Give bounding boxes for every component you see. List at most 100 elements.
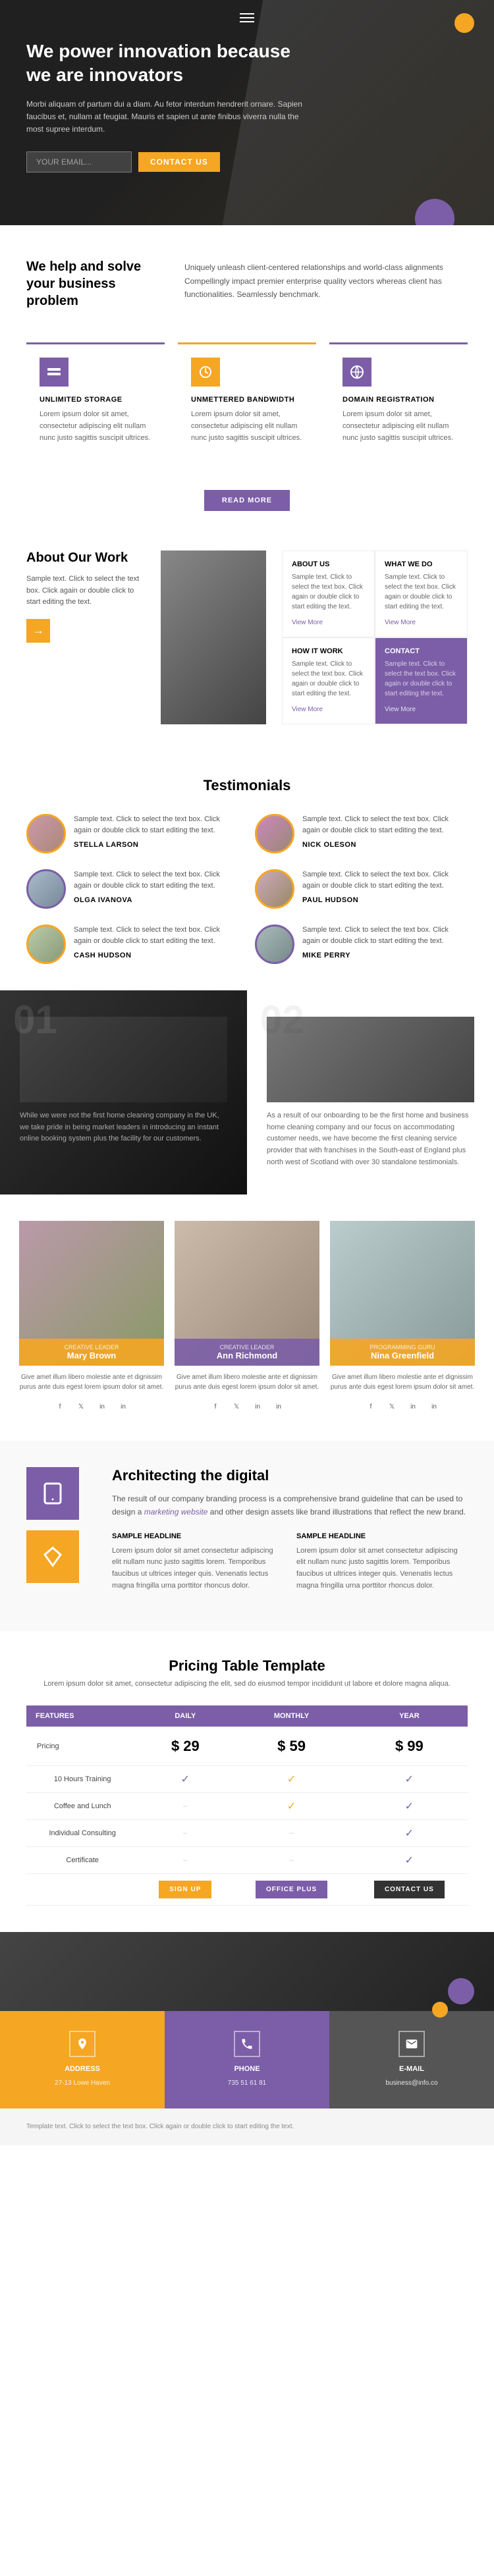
check-coffee-year: ✓ — [405, 1801, 414, 1812]
digital-headline-0-body: Lorem ipsum dolor sit amet consectetur a… — [112, 1545, 283, 1592]
hero-content: We power innovation because we are innov… — [26, 40, 303, 173]
two-col-left-body: While we were not the first home cleanin… — [20, 1110, 227, 1145]
two-col-right-body: As a result of our onboarding to be the … — [267, 1110, 474, 1168]
pricing-col-year: YEAR — [351, 1705, 468, 1727]
map-icon — [69, 2031, 96, 2057]
facebook-icon-0[interactable]: f — [52, 1399, 68, 1414]
pricing-table: FEATURES DAILY MONTHLY YEAR Pricing $ 29… — [26, 1705, 468, 1906]
linkedin-icon-0[interactable]: in — [115, 1399, 131, 1414]
instagram-icon-1[interactable]: in — [250, 1399, 265, 1414]
pricing-col-monthly: MONTHLY — [232, 1705, 350, 1727]
linkedin-icon-1[interactable]: in — [271, 1399, 287, 1414]
testimonial-item-1: Sample text. Click to select the text bo… — [255, 814, 468, 853]
team-overlay-2: programming guru Nina Greenfield — [330, 1339, 475, 1366]
twitter-icon-1[interactable]: 𝕏 — [229, 1399, 244, 1414]
arrow-icon: → — [32, 624, 44, 637]
contact-address-text: 27-13 Lowe Haven — [13, 2078, 151, 2089]
feature-domain-body: Lorem ipsum dolor sit amet, consectetur … — [343, 409, 454, 444]
about-item-contact: CONTACT Sample text. Click to select the… — [375, 637, 468, 724]
arrow-button[interactable]: → — [26, 619, 50, 643]
testimonial-body-4: Sample text. Click to select the text bo… — [74, 925, 239, 959]
testimonial-text-3: Sample text. Click to select the text bo… — [302, 869, 468, 891]
pricing-row-coffee: Coffee and Lunch – ✓ ✓ — [26, 1792, 468, 1819]
team-desc-2: Give amet illum libero molestie ante et … — [330, 1366, 475, 1399]
twitter-icon-2[interactable]: 𝕏 — [384, 1399, 400, 1414]
pricing-price-monthly: $ 59 — [232, 1727, 350, 1765]
business-problem-section: We help and solve your business problem … — [0, 225, 494, 342]
digital-headline-1: SAMPLE HEADLINE Lorem ipsum dolor sit am… — [296, 1532, 468, 1605]
check-training-monthly: ✓ — [287, 1774, 296, 1785]
twitter-icon-0[interactable]: 𝕏 — [73, 1399, 89, 1414]
about-left-panel: About Our Work Sample text. Click to sel… — [26, 550, 145, 724]
testimonial-item-3: Sample text. Click to select the text bo… — [255, 869, 468, 909]
about-section: About Our Work Sample text. Click to sel… — [0, 537, 494, 751]
dark-band-image — [0, 1932, 494, 2011]
contact-us-pricing-button[interactable]: CONTACT US — [374, 1881, 445, 1898]
about-item-how-it-work-title: HOW IT WORK — [292, 647, 365, 655]
about-heading: About Our Work — [26, 550, 145, 566]
facebook-icon-1[interactable]: f — [207, 1399, 223, 1414]
team-social-0: f 𝕏 in in — [19, 1399, 164, 1414]
team-card-0: creative leader Mary Brown Give amet ill… — [19, 1221, 164, 1414]
business-heading: We help and solve your business problem — [26, 258, 158, 309]
contact-block-phone: PHONE 735 51 61 81 — [165, 2011, 329, 2108]
team-card-2: programming guru Nina Greenfield Give am… — [330, 1221, 475, 1414]
about-item-contact-title: CONTACT — [385, 647, 458, 655]
testimonial-avatar-2 — [26, 869, 66, 909]
pricing-feature-consulting: Individual Consulting — [26, 1819, 138, 1846]
testimonial-text-0: Sample text. Click to select the text bo… — [74, 814, 239, 836]
hero-cta-button[interactable]: CONTACT US — [138, 152, 220, 172]
digital-icon-tablet[interactable] — [26, 1467, 79, 1520]
facebook-icon-2[interactable]: f — [363, 1399, 379, 1414]
about-item-contact-link[interactable]: View More — [385, 706, 416, 713]
read-more-button[interactable]: READ MORE — [204, 490, 290, 511]
pricing-button-empty — [26, 1873, 138, 1905]
contact-footer: ADDRESS 27-13 Lowe Haven PHONE 735 51 61… — [0, 2011, 494, 2108]
two-col-left-panel: 01 While we were not the first home clea… — [0, 990, 247, 1194]
about-item-what-we-do-link[interactable]: View More — [385, 619, 416, 626]
testimonial-name-5: MIKE PERRY — [302, 952, 468, 959]
feature-cards-container: UNLIMITED STORAGE Lorem ipsum dolor sit … — [0, 342, 494, 483]
team-name-0: Mary Brown — [24, 1351, 159, 1360]
digital-headlines: SAMPLE HEADLINE Lorem ipsum dolor sit am… — [112, 1532, 468, 1605]
digital-headline-1-body: Lorem ipsum dolor sit amet consectetur a… — [296, 1545, 468, 1592]
pricing-row-training: 10 Hours Training ✓ ✓ ✓ — [26, 1765, 468, 1792]
office-plus-button[interactable]: OFFICE PLUS — [256, 1881, 327, 1898]
dash-cert-daily: – — [183, 1856, 187, 1864]
business-description: Uniquely unleash client-centered relatio… — [184, 258, 468, 309]
about-item-what-we-do-title: WHAT WE DO — [385, 560, 458, 568]
team-desc-1: Give amet illum libero molestie ante et … — [175, 1366, 319, 1399]
about-item-what-we-do-body: Sample text. Click to select the text bo… — [385, 572, 458, 612]
domain-icon — [343, 358, 371, 387]
feature-bandwidth-title: UNMETTERED BANDWIDTH — [191, 396, 303, 404]
bottom-sample-area: Template text. Click to select the text … — [0, 2108, 494, 2145]
hero-section: We power innovation because we are innov… — [0, 0, 494, 225]
testimonial-avatar-1 — [255, 814, 294, 853]
contact-email-text: business@info.co — [343, 2078, 481, 2089]
feature-card-storage: UNLIMITED STORAGE Lorem ipsum dolor sit … — [26, 342, 165, 457]
team-overlay-0: creative leader Mary Brown — [19, 1339, 164, 1366]
digital-icon-diamond[interactable] — [26, 1530, 79, 1583]
instagram-icon-0[interactable]: in — [94, 1399, 110, 1414]
about-photo — [161, 550, 266, 724]
about-item-about-us-link[interactable]: View More — [292, 619, 323, 626]
contact-block-email: E-MAIL business@info.co — [329, 2011, 494, 2108]
hamburger-menu[interactable] — [240, 11, 254, 25]
testimonials-grid: Sample text. Click to select the text bo… — [26, 814, 468, 964]
contact-phone-text: 735 51 61 81 — [178, 2078, 316, 2089]
signup-button[interactable]: SIGN UP — [159, 1881, 211, 1898]
pricing-subtitle: Lorem ipsum dolor sit amet, consectetur … — [26, 1678, 468, 1690]
testimonial-text-1: Sample text. Click to select the text bo… — [302, 814, 468, 836]
about-item-how-it-work-link[interactable]: View More — [292, 706, 323, 713]
bandwidth-icon — [191, 358, 220, 387]
instagram-icon-2[interactable]: in — [405, 1399, 421, 1414]
digital-body-post: and other design assets like brand illus… — [210, 1507, 466, 1516]
linkedin-icon-2[interactable]: in — [426, 1399, 442, 1414]
hero-email-input[interactable] — [26, 151, 132, 173]
about-item-what-we-do: WHAT WE DO Sample text. Click to select … — [375, 550, 468, 637]
hero-body: Morbi aliquam of partum dui a diam. Au f… — [26, 98, 303, 136]
team-name-2: Nina Greenfield — [335, 1351, 470, 1360]
pricing-price-year: $ 99 — [351, 1727, 468, 1765]
about-item-contact-body: Sample text. Click to select the text bo… — [385, 659, 458, 699]
about-item-how-it-work: HOW IT WORK Sample text. Click to select… — [282, 637, 375, 724]
